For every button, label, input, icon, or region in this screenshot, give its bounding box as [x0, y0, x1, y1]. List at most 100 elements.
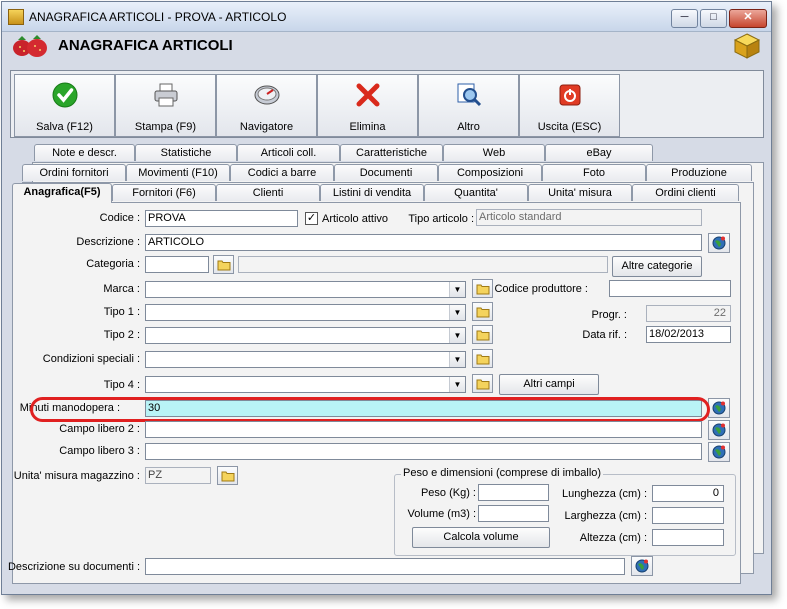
- globe-icon: [635, 559, 649, 573]
- tab-ordini-clienti[interactable]: Ordini clienti: [632, 184, 739, 201]
- codice-produttore-input[interactable]: [609, 280, 731, 297]
- tipo2-select[interactable]: ▼: [145, 327, 466, 344]
- globe-icon: [712, 236, 726, 250]
- desc-doc-label: Descrizione su documenti :: [7, 561, 140, 573]
- tipo1-label: Tipo 1 :: [103, 306, 140, 318]
- um-folder-button[interactable]: [217, 466, 238, 485]
- exit-button-label: Uscita (ESC): [537, 121, 602, 133]
- marca-folder-button[interactable]: [472, 279, 493, 298]
- chevron-down-icon: ▼: [449, 328, 465, 343]
- calcola-volume-button[interactable]: Calcola volume: [412, 527, 550, 548]
- magnifier-icon: [457, 83, 482, 107]
- tab-fornitori[interactable]: Fornitori (F6): [112, 184, 216, 201]
- page-title: ANAGRAFICA ARTICOLI: [58, 37, 233, 54]
- tab-movimenti[interactable]: Movimenti (F10): [126, 164, 230, 181]
- lunghezza-input[interactable]: 0: [652, 485, 724, 502]
- tipo1-folder-button[interactable]: [472, 302, 493, 321]
- volume-input[interactable]: [478, 505, 549, 522]
- campo3-input[interactable]: [145, 443, 702, 460]
- other-button[interactable]: Altro: [418, 74, 519, 137]
- altre-categorie-button[interactable]: Altre categorie: [612, 256, 702, 277]
- campo2-input[interactable]: [145, 421, 702, 438]
- tab-composizioni[interactable]: Composizioni: [438, 164, 542, 181]
- tab-web[interactable]: Web: [443, 144, 545, 161]
- progr-label: Progr. :: [591, 309, 627, 321]
- condizioni-folder-button[interactable]: [472, 349, 493, 368]
- data-rif-input[interactable]: 18/02/2013: [646, 326, 731, 343]
- codice-label: Codice :: [99, 212, 140, 224]
- categoria-code-input[interactable]: [145, 256, 209, 273]
- tab-clienti[interactable]: Clienti: [216, 184, 320, 201]
- tab-anagrafica[interactable]: Anagrafica(F5): [12, 183, 112, 203]
- larghezza-input[interactable]: [652, 507, 724, 524]
- campo3-lang-button[interactable]: [708, 442, 730, 462]
- categoria-folder-button[interactable]: [213, 255, 234, 274]
- marca-label: Marca :: [103, 283, 140, 295]
- marca-select[interactable]: ▼: [145, 281, 466, 298]
- tab-listini-vendita[interactable]: Listini di vendita: [320, 184, 424, 201]
- main-window: ANAGRAFICA ARTICOLI - PROVA - ARTICOLO ─…: [1, 1, 772, 595]
- um-label: Unita' misura magazzino :: [13, 470, 140, 482]
- lunghezza-label: Lunghezza (cm) :: [562, 488, 647, 500]
- navigator-button[interactable]: Navigatore: [216, 74, 317, 137]
- minimize-button[interactable]: ─: [671, 9, 698, 28]
- folder-icon: [217, 260, 231, 271]
- descrizione-input[interactable]: ARTICOLO: [145, 234, 702, 251]
- tab-codici-barre[interactable]: Codici a barre: [230, 164, 334, 181]
- tab-ebay[interactable]: eBay: [545, 144, 653, 161]
- descrizione-lang-button[interactable]: [708, 233, 730, 253]
- condizioni-label: Condizioni speciali :: [42, 353, 140, 365]
- minuti-lang-button[interactable]: [708, 398, 730, 418]
- check-icon: [52, 82, 78, 108]
- tipo4-select[interactable]: ▼: [145, 376, 466, 393]
- tipo4-folder-button[interactable]: [472, 374, 493, 393]
- peso-group-title: Peso e dimensioni (comprese di imballo): [401, 467, 604, 479]
- tab-note-descr[interactable]: Note e descr.: [34, 144, 135, 161]
- red-x-icon: [356, 83, 380, 107]
- peso-input[interactable]: [478, 484, 549, 501]
- tab-foto[interactable]: Foto: [542, 164, 646, 181]
- volume-label: Volume (m3) :: [407, 508, 476, 520]
- tipo2-label: Tipo 2 :: [103, 329, 140, 341]
- tab-quantita[interactable]: Quantita': [424, 184, 528, 201]
- descrizione-label: Descrizione :: [76, 236, 140, 248]
- toolbar: Salva (F12) Stampa (F9) Navigatore Elimi…: [10, 70, 764, 138]
- progr-field: 22: [646, 305, 731, 322]
- tipo2-folder-button[interactable]: [472, 325, 493, 344]
- tab-articoli-coll[interactable]: Articoli coll.: [237, 144, 340, 161]
- data-rif-label: Data rif. :: [582, 329, 627, 341]
- tipo1-select[interactable]: ▼: [145, 304, 466, 321]
- maximize-button[interactable]: □: [700, 9, 727, 28]
- title-bar: ANAGRAFICA ARTICOLI - PROVA - ARTICOLO ─…: [2, 2, 771, 32]
- tab-statistiche[interactable]: Statistiche: [135, 144, 237, 161]
- tab-ordini-fornitori[interactable]: Ordini fornitori: [22, 164, 126, 181]
- condizioni-select[interactable]: ▼: [145, 351, 466, 368]
- campo2-lang-button[interactable]: [708, 420, 730, 440]
- desc-doc-lang-button[interactable]: [631, 556, 653, 576]
- delete-button[interactable]: Elimina: [317, 74, 418, 137]
- articolo-attivo-checkbox[interactable]: ✓: [305, 212, 318, 225]
- tab-documenti[interactable]: Documenti: [334, 164, 438, 181]
- exit-button[interactable]: Uscita (ESC): [519, 74, 620, 137]
- tab-caratteristiche[interactable]: Caratteristiche: [340, 144, 443, 161]
- print-button[interactable]: Stampa (F9): [115, 74, 216, 137]
- um-field: PZ: [145, 467, 211, 484]
- codice-input[interactable]: PROVA: [145, 210, 298, 227]
- categoria-description-field: [238, 256, 608, 273]
- close-button[interactable]: ✕: [729, 9, 767, 28]
- folder-icon: [476, 354, 490, 365]
- folder-icon: [476, 330, 490, 341]
- tab-produzione[interactable]: Produzione: [646, 164, 752, 181]
- peso-label: Peso (Kg) :: [420, 487, 476, 499]
- altezza-input[interactable]: [652, 529, 724, 546]
- categoria-label: Categoria :: [86, 258, 140, 270]
- save-button[interactable]: Salva (F12): [14, 74, 115, 137]
- tipo-articolo-field: Articolo standard: [476, 209, 702, 226]
- power-icon: [559, 84, 581, 106]
- altri-campi-button[interactable]: Altri campi: [499, 374, 599, 395]
- desc-doc-input[interactable]: [145, 558, 625, 575]
- articolo-attivo-label: Articolo attivo: [322, 213, 389, 225]
- folder-icon: [476, 284, 490, 295]
- tab-unita-misura[interactable]: Unita' misura: [528, 184, 632, 201]
- print-button-label: Stampa (F9): [134, 121, 197, 133]
